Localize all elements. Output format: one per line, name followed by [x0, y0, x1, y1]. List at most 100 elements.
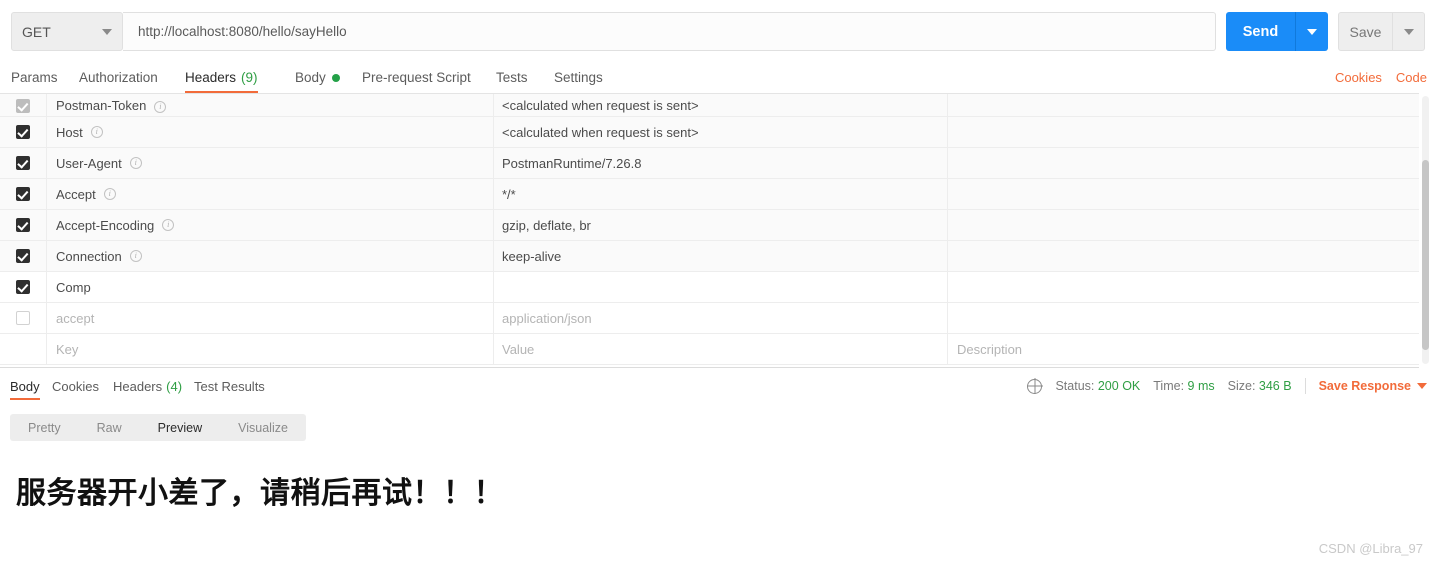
- header-row[interactable]: accept application/json: [0, 303, 1419, 334]
- header-value-text: <calculated when request is sent>: [502, 98, 699, 113]
- header-row[interactable]: Host i <calculated when request is sent>: [0, 117, 1419, 148]
- response-tab-body[interactable]: Body: [10, 372, 40, 400]
- header-value-cell[interactable]: application/json: [494, 303, 948, 333]
- response-tab-cookies[interactable]: Cookies: [52, 372, 99, 400]
- header-key-cell[interactable]: Key: [47, 334, 494, 364]
- header-row[interactable]: Accept-Encoding i gzip, deflate, br: [0, 210, 1419, 241]
- info-icon[interactable]: i: [90, 126, 103, 138]
- header-checkbox[interactable]: [16, 280, 30, 294]
- header-row[interactable]: Postman-Token i <calculated when request i…: [0, 94, 1419, 117]
- headers-scrollbar[interactable]: [1422, 96, 1429, 364]
- header-key-cell[interactable]: accept: [47, 303, 494, 333]
- status-label: Status:: [1055, 379, 1095, 393]
- request-tab-body[interactable]: Body: [295, 62, 340, 93]
- header-key-cell[interactable]: Accept i: [47, 179, 494, 209]
- header-checkbox[interactable]: [16, 125, 30, 139]
- header-checkbox[interactable]: [16, 156, 30, 170]
- cookies-link[interactable]: Cookies: [1335, 70, 1382, 85]
- request-tab-headers[interactable]: Headers (9): [185, 62, 258, 93]
- url-input[interactable]: http://localhost:8080/hello/sayHello: [123, 12, 1216, 51]
- time-value: 9 ms: [1187, 379, 1215, 393]
- save-options-button[interactable]: [1393, 12, 1425, 51]
- header-row[interactable]: Connection i keep-alive: [0, 241, 1419, 272]
- request-tab-label: Authorization: [79, 70, 158, 85]
- header-checkbox[interactable]: [16, 218, 30, 232]
- header-description-cell[interactable]: [948, 303, 1419, 333]
- request-tab-authorization[interactable]: Authorization: [79, 62, 158, 93]
- header-row[interactable]: Comp: [0, 272, 1419, 303]
- view-mode-raw[interactable]: Raw: [79, 414, 140, 441]
- request-tab-tests[interactable]: Tests: [496, 62, 528, 93]
- header-enabled-cell: [0, 117, 47, 147]
- response-tab-headers[interactable]: Headers (4): [113, 372, 182, 400]
- header-enabled-cell: [0, 272, 47, 302]
- header-key-cell[interactable]: Postman-Token i: [47, 94, 494, 116]
- header-row[interactable]: Key Value Description: [0, 334, 1419, 365]
- time-label: Time:: [1153, 379, 1185, 393]
- header-key-cell[interactable]: User-Agent i: [47, 148, 494, 178]
- header-checkbox[interactable]: [16, 187, 30, 201]
- save-response-button[interactable]: Save Response: [1319, 379, 1427, 393]
- header-checkbox[interactable]: [16, 249, 30, 263]
- request-tab-pre-request-script[interactable]: Pre-request Script: [362, 62, 471, 93]
- header-description-cell[interactable]: [948, 241, 1419, 271]
- info-icon[interactable]: i: [154, 101, 167, 113]
- code-link[interactable]: Code: [1396, 70, 1427, 85]
- header-checkbox[interactable]: [16, 99, 30, 113]
- info-icon[interactable]: i: [103, 188, 116, 200]
- request-tab-settings[interactable]: Settings: [554, 62, 603, 93]
- header-enabled-cell: [0, 303, 47, 333]
- request-tab-bar: Params Authorization Headers (9) Body Pre-req…: [0, 62, 1435, 93]
- header-key-text: Postman-Token: [56, 98, 147, 113]
- header-key-text: Connection: [56, 248, 122, 264]
- header-key-text: Accept-Encoding: [56, 217, 155, 233]
- info-icon[interactable]: i: [129, 157, 142, 169]
- watermark: CSDN @Libra_97: [1318, 541, 1423, 556]
- header-key-text: Host: [56, 124, 83, 140]
- info-icon[interactable]: i: [129, 250, 142, 262]
- body-present-dot-icon: [331, 73, 340, 82]
- header-description-cell[interactable]: [948, 148, 1419, 178]
- header-value-cell[interactable]: [494, 272, 948, 302]
- header-key-cell[interactable]: Connection i: [47, 241, 494, 271]
- meta-divider: [1304, 378, 1306, 394]
- send-options-button[interactable]: [1295, 12, 1328, 51]
- send-button[interactable]: Send: [1226, 12, 1295, 51]
- header-description-cell[interactable]: [948, 94, 1419, 116]
- postman-window: GET http://localhost:8080/hello/sayHello…: [0, 0, 1435, 564]
- view-mode-pretty[interactable]: Pretty: [10, 414, 79, 441]
- header-checkbox[interactable]: [16, 311, 30, 325]
- header-description-cell[interactable]: [948, 272, 1419, 302]
- header-value-cell[interactable]: keep-alive: [494, 241, 948, 271]
- info-icon[interactable]: i: [162, 219, 175, 231]
- response-tab-test-results[interactable]: Test Results: [194, 372, 265, 400]
- header-description-cell[interactable]: [948, 210, 1419, 240]
- headers-table: Postman-Token i <calculated when request i…: [0, 93, 1419, 368]
- request-tab-params[interactable]: Params: [11, 62, 58, 93]
- headers-table-bottom-border: [0, 367, 1419, 368]
- header-key-cell[interactable]: Accept-Encoding i: [47, 210, 494, 240]
- header-row[interactable]: Accept i */*: [0, 179, 1419, 210]
- request-tab-count: (9): [241, 70, 258, 85]
- size-label: Size:: [1227, 379, 1256, 393]
- http-method-select[interactable]: GET: [11, 12, 123, 51]
- header-key-cell[interactable]: Comp: [47, 272, 494, 302]
- header-value-text: <calculated when request is sent>: [502, 124, 699, 140]
- header-value-cell[interactable]: <calculated when request is sent>: [494, 117, 948, 147]
- header-description-cell[interactable]: Description: [948, 334, 1419, 364]
- header-row[interactable]: User-Agent i PostmanRuntime/7.26.8: [0, 148, 1419, 179]
- view-mode-visualize[interactable]: Visualize: [220, 414, 306, 441]
- headers-scrollbar-thumb[interactable]: [1422, 160, 1429, 350]
- view-mode-preview[interactable]: Preview: [140, 414, 220, 441]
- header-value-cell[interactable]: <calculated when request is sent>: [494, 94, 948, 116]
- header-value-cell[interactable]: gzip, deflate, br: [494, 210, 948, 240]
- header-value-cell[interactable]: PostmanRuntime/7.26.8: [494, 148, 948, 178]
- header-value-cell[interactable]: Value: [494, 334, 948, 364]
- header-key-text: Comp: [56, 279, 91, 295]
- save-button[interactable]: Save: [1338, 12, 1393, 51]
- header-key-cell[interactable]: Host i: [47, 117, 494, 147]
- header-description-cell[interactable]: [948, 179, 1419, 209]
- header-value-cell[interactable]: */*: [494, 179, 948, 209]
- header-description-cell[interactable]: [948, 117, 1419, 147]
- request-tab-label: Body: [295, 70, 326, 85]
